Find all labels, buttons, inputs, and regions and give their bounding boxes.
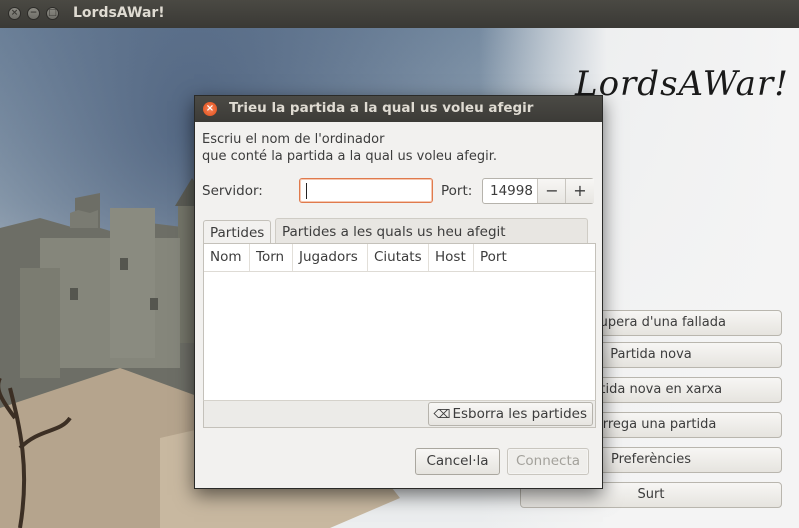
column-header-cities[interactable]: Ciutats bbox=[368, 244, 429, 271]
dialog-description: Escriu el nom de l'ordinador que conté l… bbox=[202, 131, 497, 165]
column-header-turn[interactable]: Torn bbox=[250, 244, 293, 271]
clear-games-button[interactable]: ⌫ Esborra les partides bbox=[428, 402, 593, 426]
window-title: LordsAWar! bbox=[73, 5, 165, 21]
game-logo: LordsAWar! bbox=[575, 64, 789, 104]
dialog-title: Trieu la partida a la qual us voleu afeg… bbox=[229, 100, 534, 116]
server-input[interactable] bbox=[299, 178, 433, 203]
window-titlebar: × − □ LordsAWar! bbox=[0, 0, 799, 28]
table-footer: ⌫ Esborra les partides bbox=[203, 400, 596, 428]
backspace-icon: ⌫ bbox=[433, 407, 451, 421]
column-header-port[interactable]: Port bbox=[474, 244, 513, 271]
port-decrement-button[interactable]: − bbox=[537, 179, 566, 203]
window-maximize-icon[interactable]: □ bbox=[46, 7, 59, 20]
description-line-2: que conté la partida a la qual us voleu … bbox=[202, 149, 497, 164]
join-game-dialog: × Trieu la partida a la qual us voleu af… bbox=[194, 95, 603, 489]
window-minimize-icon[interactable]: − bbox=[27, 7, 40, 20]
window-close-icon[interactable]: × bbox=[8, 7, 21, 20]
server-label: Servidor: bbox=[202, 183, 263, 199]
text-caret bbox=[306, 183, 307, 199]
port-increment-button[interactable]: + bbox=[565, 179, 594, 203]
tab-games[interactable]: Partides bbox=[203, 220, 271, 244]
dialog-close-icon[interactable]: × bbox=[203, 102, 217, 116]
cancel-button[interactable]: Cancel·la bbox=[415, 448, 500, 475]
column-header-name[interactable]: Nom bbox=[204, 244, 250, 271]
dialog-titlebar: × Trieu la partida a la qual us voleu af… bbox=[195, 96, 602, 122]
column-header-host[interactable]: Host bbox=[429, 244, 474, 271]
port-spinbutton[interactable]: 14998 − + bbox=[482, 178, 594, 204]
connect-button[interactable]: Connecta bbox=[507, 448, 589, 475]
port-value[interactable]: 14998 bbox=[490, 183, 533, 199]
column-header-players[interactable]: Jugadors bbox=[293, 244, 368, 271]
port-label: Port: bbox=[441, 183, 473, 199]
table-header: Nom Torn Jugadors Ciutats Host Port bbox=[204, 244, 595, 272]
description-line-1: Escriu el nom de l'ordinador bbox=[202, 132, 385, 147]
tab-recent-games[interactable]: Partides a les quals us heu afegit recen… bbox=[275, 218, 588, 266]
